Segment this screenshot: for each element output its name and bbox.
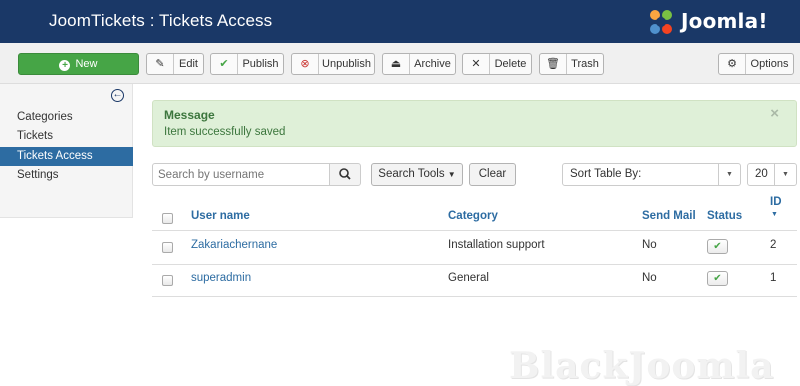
plus-icon: +	[59, 60, 71, 71]
delete-icon: ✕	[463, 54, 490, 74]
row-username-link[interactable]: Zakariachernane	[191, 239, 277, 251]
watermark: BlackJoomla	[509, 345, 775, 386]
message-heading: Message	[164, 108, 215, 122]
column-category[interactable]: Category	[448, 210, 498, 222]
check-icon: ✔	[211, 54, 238, 74]
app-header: JoomTickets : Tickets Access Joomla!	[0, 0, 800, 43]
success-message: Message Item successfully saved ×	[152, 100, 797, 147]
row-category: Installation support	[448, 239, 545, 251]
caret-down-icon: ▼	[447, 170, 456, 179]
sort-table-select[interactable]: Sort Table By: ▼	[562, 163, 741, 186]
chevron-down-icon: ▼	[774, 164, 796, 185]
chevron-down-icon: ▼	[718, 164, 740, 185]
publish-button[interactable]: ✔ Publish	[210, 53, 284, 75]
search-tools-button[interactable]: Search Tools ▼	[371, 163, 463, 186]
row-send-mail: No	[642, 239, 657, 251]
published-toggle[interactable]: ✔	[707, 239, 728, 254]
row-checkbox[interactable]	[162, 275, 173, 286]
sidebar-item-settings[interactable]: Settings	[0, 166, 133, 185]
joomla-logo-icon	[650, 10, 672, 34]
trash-icon: 🗑	[540, 54, 567, 74]
sidebar-item-tickets[interactable]: Tickets	[0, 127, 133, 146]
divider	[152, 296, 797, 297]
toolbar: + New ✎ Edit ✔ Publish ⊗ Unpublish ⏏ Arch…	[0, 43, 800, 84]
message-text: Item successfully saved	[164, 126, 286, 138]
check-icon: ✔	[713, 241, 722, 252]
unpublish-icon: ⊗	[292, 54, 319, 74]
row-category: General	[448, 272, 489, 284]
search-input[interactable]	[152, 163, 330, 186]
edit-button[interactable]: ✎ Edit	[146, 53, 204, 75]
trash-button[interactable]: 🗑 Trash	[539, 53, 604, 75]
edit-icon: ✎	[147, 54, 174, 74]
list-limit-select[interactable]: 20 ▼	[747, 163, 797, 186]
row-send-mail: No	[642, 272, 657, 284]
published-toggle[interactable]: ✔	[707, 271, 728, 286]
archive-button[interactable]: ⏏ Archive	[382, 53, 456, 75]
new-button[interactable]: + New	[18, 53, 139, 75]
row-checkbox[interactable]	[162, 242, 173, 253]
divider	[152, 230, 797, 231]
sort-desc-icon: ▼	[771, 211, 778, 218]
search-button[interactable]	[329, 163, 361, 186]
row-username-link[interactable]: superadmin	[191, 272, 251, 284]
column-username[interactable]: User name	[191, 210, 250, 222]
unpublish-button[interactable]: ⊗ Unpublish	[291, 53, 375, 75]
joomla-logo[interactable]: Joomla!	[645, 6, 795, 38]
divider	[152, 264, 797, 265]
select-all-checkbox[interactable]	[162, 213, 173, 224]
sidebar-item-categories[interactable]: Categories	[0, 108, 133, 127]
column-id[interactable]: ID	[770, 196, 782, 208]
options-button[interactable]: ⚙ Options	[718, 53, 794, 75]
check-icon: ✔	[713, 273, 722, 284]
logo-wordmark: Joomla!	[681, 9, 768, 33]
page-title: JoomTickets : Tickets Access	[49, 11, 273, 30]
collapse-sidebar-icon[interactable]: ←	[111, 89, 124, 102]
row-id: 2	[770, 239, 777, 251]
row-id: 1	[770, 272, 777, 284]
delete-button[interactable]: ✕ Delete	[462, 53, 532, 75]
search-icon	[339, 168, 351, 180]
sidebar-item-tickets-access[interactable]: Tickets Access	[0, 147, 133, 166]
close-icon[interactable]: ×	[770, 105, 779, 122]
clear-button[interactable]: Clear	[469, 163, 516, 186]
column-send-mail[interactable]: Send Mail	[642, 210, 696, 222]
archive-icon: ⏏	[383, 54, 410, 74]
gear-icon: ⚙	[719, 54, 746, 74]
column-status[interactable]: Status	[707, 210, 742, 222]
